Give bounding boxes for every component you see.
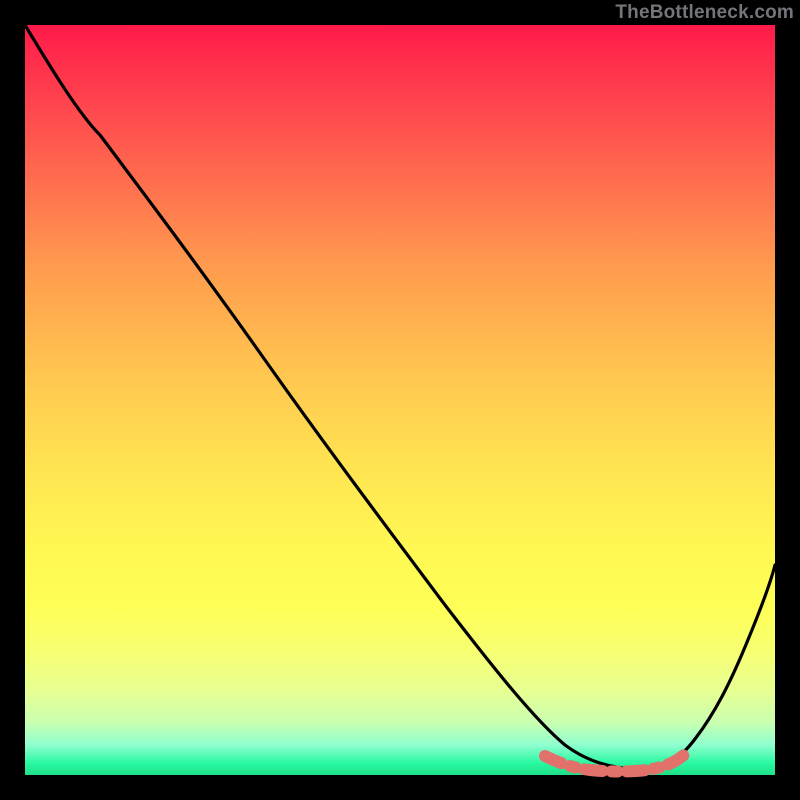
curve-svg [25,25,775,775]
bottleneck-curve [25,25,775,769]
chart-frame: TheBottleneck.com [0,0,800,800]
watermark-text: TheBottleneck.com [615,2,794,24]
valley-highlight [545,752,687,772]
plot-area [25,25,775,775]
